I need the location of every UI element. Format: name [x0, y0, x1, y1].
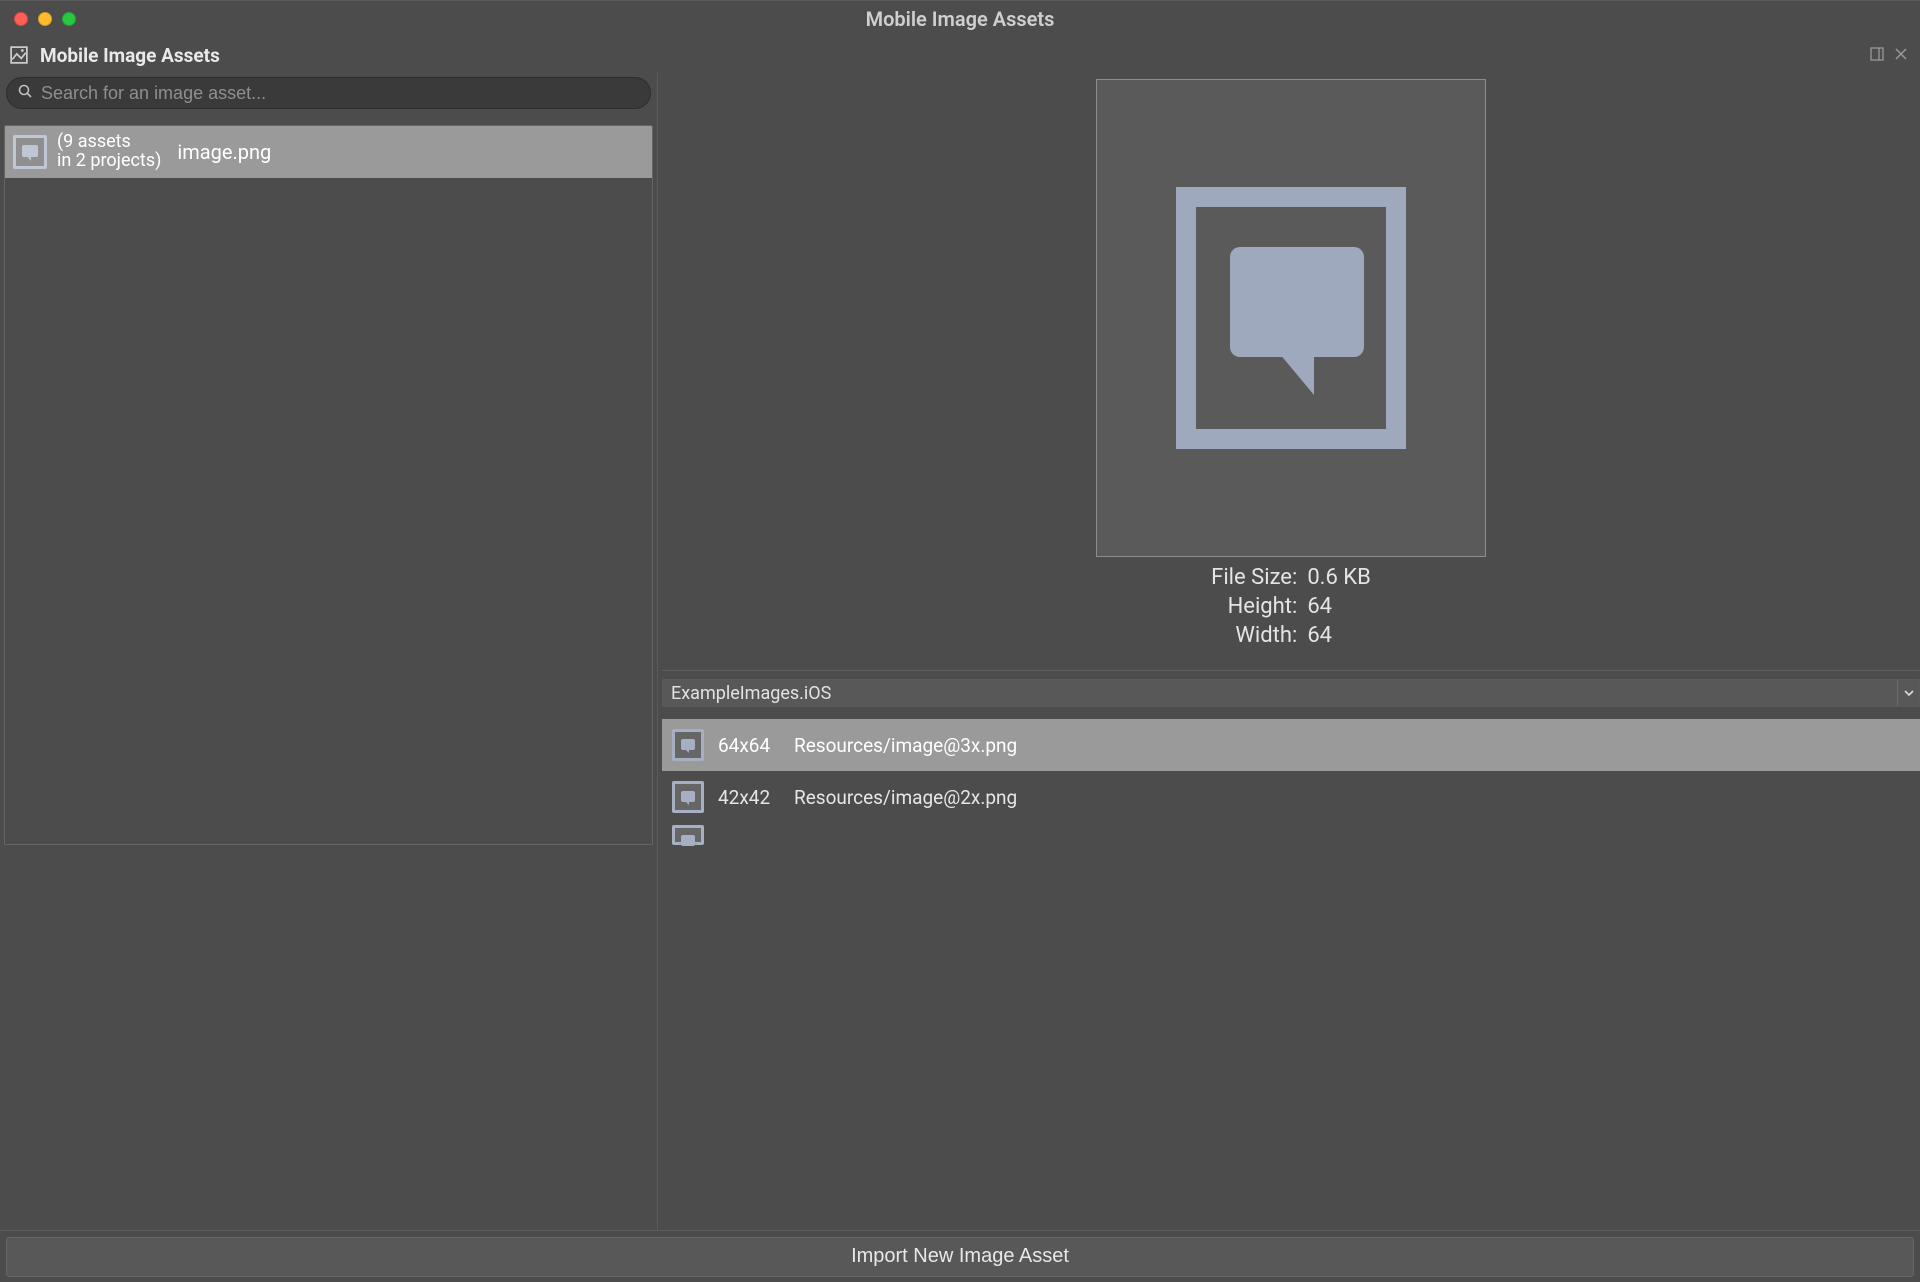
variant-row[interactable]: 42x42 Resources/image@2x.png: [662, 771, 1920, 823]
search-input[interactable]: [41, 83, 640, 104]
panel-toolbar: Mobile Image Assets: [0, 37, 1920, 73]
width-value: 64: [1307, 623, 1371, 648]
variant-thumbnail-icon: [672, 781, 704, 813]
variant-path-label: Resources/image@2x.png: [794, 786, 1017, 809]
file-size-label: File Size:: [1211, 565, 1297, 590]
footer: Import New Image Asset: [0, 1230, 1920, 1282]
height-value: 64: [1307, 594, 1371, 619]
variant-list[interactable]: 64x64 Resources/image@3x.png 42x42 Resou…: [662, 719, 1920, 1230]
search-icon: [17, 83, 33, 104]
asset-count-label: (9 assets in 2 projects): [57, 133, 161, 171]
height-label: Height:: [1211, 594, 1297, 619]
variant-row[interactable]: 64x64 Resources/image@3x.png: [662, 719, 1920, 771]
right-pane: File Size: 0.6 KB Height: 64 Width: 64 E…: [662, 73, 1920, 1230]
traffic-lights: [0, 12, 76, 26]
import-new-image-asset-button[interactable]: Import New Image Asset: [6, 1237, 1914, 1277]
project-select[interactable]: ExampleImages.iOS: [662, 679, 1920, 707]
window-root: Mobile Image Assets Mobile Image Assets: [0, 0, 1920, 1282]
variant-path-label: Resources/image@3x.png: [794, 734, 1017, 757]
main-split: (9 assets in 2 projects) image.png: [0, 73, 1920, 1230]
search-field[interactable]: [6, 77, 651, 109]
chevron-down-icon[interactable]: [1897, 680, 1919, 706]
zoom-window-button[interactable]: [62, 12, 76, 26]
image-assets-icon: [10, 46, 28, 64]
variant-size-label: 42x42: [718, 786, 780, 809]
close-window-button[interactable]: [14, 12, 28, 26]
preview-frame: [1096, 79, 1486, 557]
image-metadata: File Size: 0.6 KB Height: 64 Width: 64: [1211, 565, 1371, 648]
file-size-value: 0.6 KB: [1307, 565, 1371, 590]
left-pane: (9 assets in 2 projects) image.png: [0, 73, 658, 1230]
panel-title: Mobile Image Assets: [40, 44, 220, 67]
variant-thumbnail-icon: [672, 729, 704, 761]
width-label: Width:: [1211, 623, 1297, 648]
preview-area: File Size: 0.6 KB Height: 64 Width: 64: [662, 73, 1920, 660]
asset-row[interactable]: (9 assets in 2 projects) image.png: [5, 126, 652, 178]
project-select-value: ExampleImages.iOS: [663, 680, 1897, 706]
variant-row[interactable]: [662, 823, 1920, 847]
variant-thumbnail-icon: [672, 825, 704, 845]
minimize-window-button[interactable]: [38, 12, 52, 26]
section-divider: [662, 670, 1920, 671]
close-panel-icon[interactable]: [1894, 45, 1908, 59]
variant-size-label: 64x64: [718, 734, 780, 757]
panel-window-controls: [1870, 45, 1908, 59]
asset-thumbnail-icon: [13, 135, 47, 169]
preview-image-icon: [1176, 187, 1406, 449]
titlebar: Mobile Image Assets: [0, 1, 1920, 37]
asset-name-label: image.png: [171, 140, 271, 164]
window-title: Mobile Image Assets: [0, 7, 1920, 31]
asset-list[interactable]: (9 assets in 2 projects) image.png: [4, 125, 653, 845]
dock-panel-icon[interactable]: [1870, 45, 1884, 59]
